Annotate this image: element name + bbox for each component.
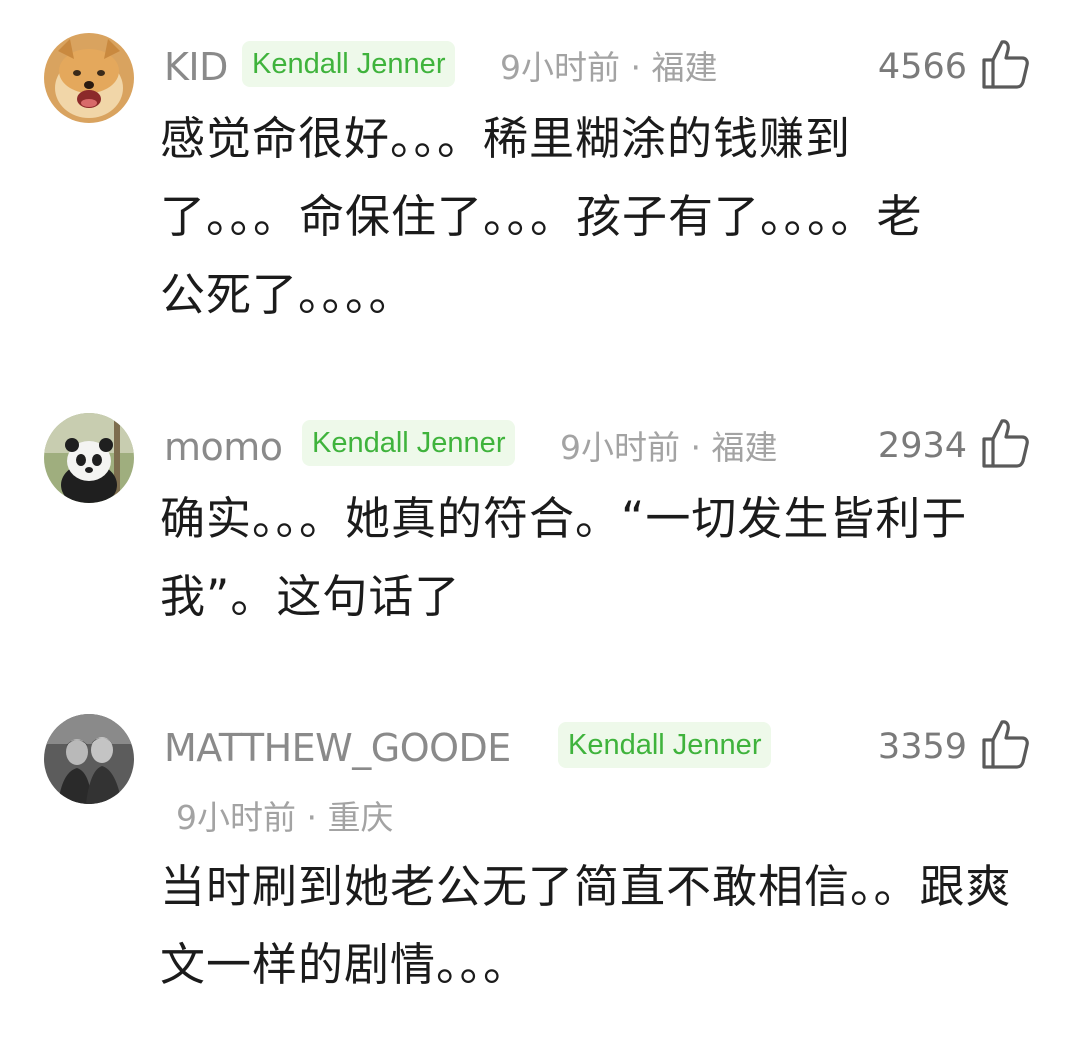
fan-badge[interactable]: Kendall Jenner <box>302 420 516 466</box>
comment-meta: 9小时前 · 福建 <box>500 51 718 84</box>
comment-text: 感觉命很好。。。稀里糊涂的钱赚到了。。。命保住了。。。孩子有了。。。。老公死了。… <box>160 112 923 321</box>
meta-separator: · <box>306 798 318 837</box>
comment-location: 福建 <box>651 48 718 87</box>
panda-avatar[interactable] <box>44 413 134 503</box>
meta-separator: · <box>690 428 702 467</box>
comment-time: 9小时前 <box>500 48 620 87</box>
two-men-photo-avatar[interactable] <box>44 714 134 804</box>
like-count: 2934 <box>877 426 967 466</box>
thumbs-up-icon[interactable] <box>980 38 1030 90</box>
username[interactable]: KID <box>164 48 228 86</box>
meta-separator: · <box>630 48 642 87</box>
comment-time: 9小时前 <box>176 798 296 837</box>
comment-location: 重庆 <box>327 798 394 837</box>
comment-text: 当时刷到她老公无了简直不敢相信。。跟爽文一样的剧情。。。 <box>160 860 1012 991</box>
thumbs-up-icon[interactable] <box>980 417 1030 469</box>
comment-text: 确实。。。她真的符合。“一切发生皆利于我”。这句话了 <box>160 492 968 623</box>
shiba-dog-avatar[interactable] <box>44 33 134 123</box>
comment-location: 福建 <box>711 428 778 467</box>
thumbs-up-icon[interactable] <box>980 718 1030 770</box>
like-count: 3359 <box>877 727 967 767</box>
fan-badge[interactable]: Kendall Jenner <box>242 41 456 87</box>
fan-badge[interactable]: Kendall Jenner <box>558 722 772 768</box>
comment-meta: 9小时前 · 重庆 <box>176 801 394 834</box>
username[interactable]: momo <box>164 428 283 466</box>
username[interactable]: MATTHEW_GOODE <box>164 729 511 767</box>
like-count: 4566 <box>877 47 967 87</box>
comment-meta: 9小时前 · 福建 <box>560 431 778 464</box>
comment-time: 9小时前 <box>560 428 680 467</box>
